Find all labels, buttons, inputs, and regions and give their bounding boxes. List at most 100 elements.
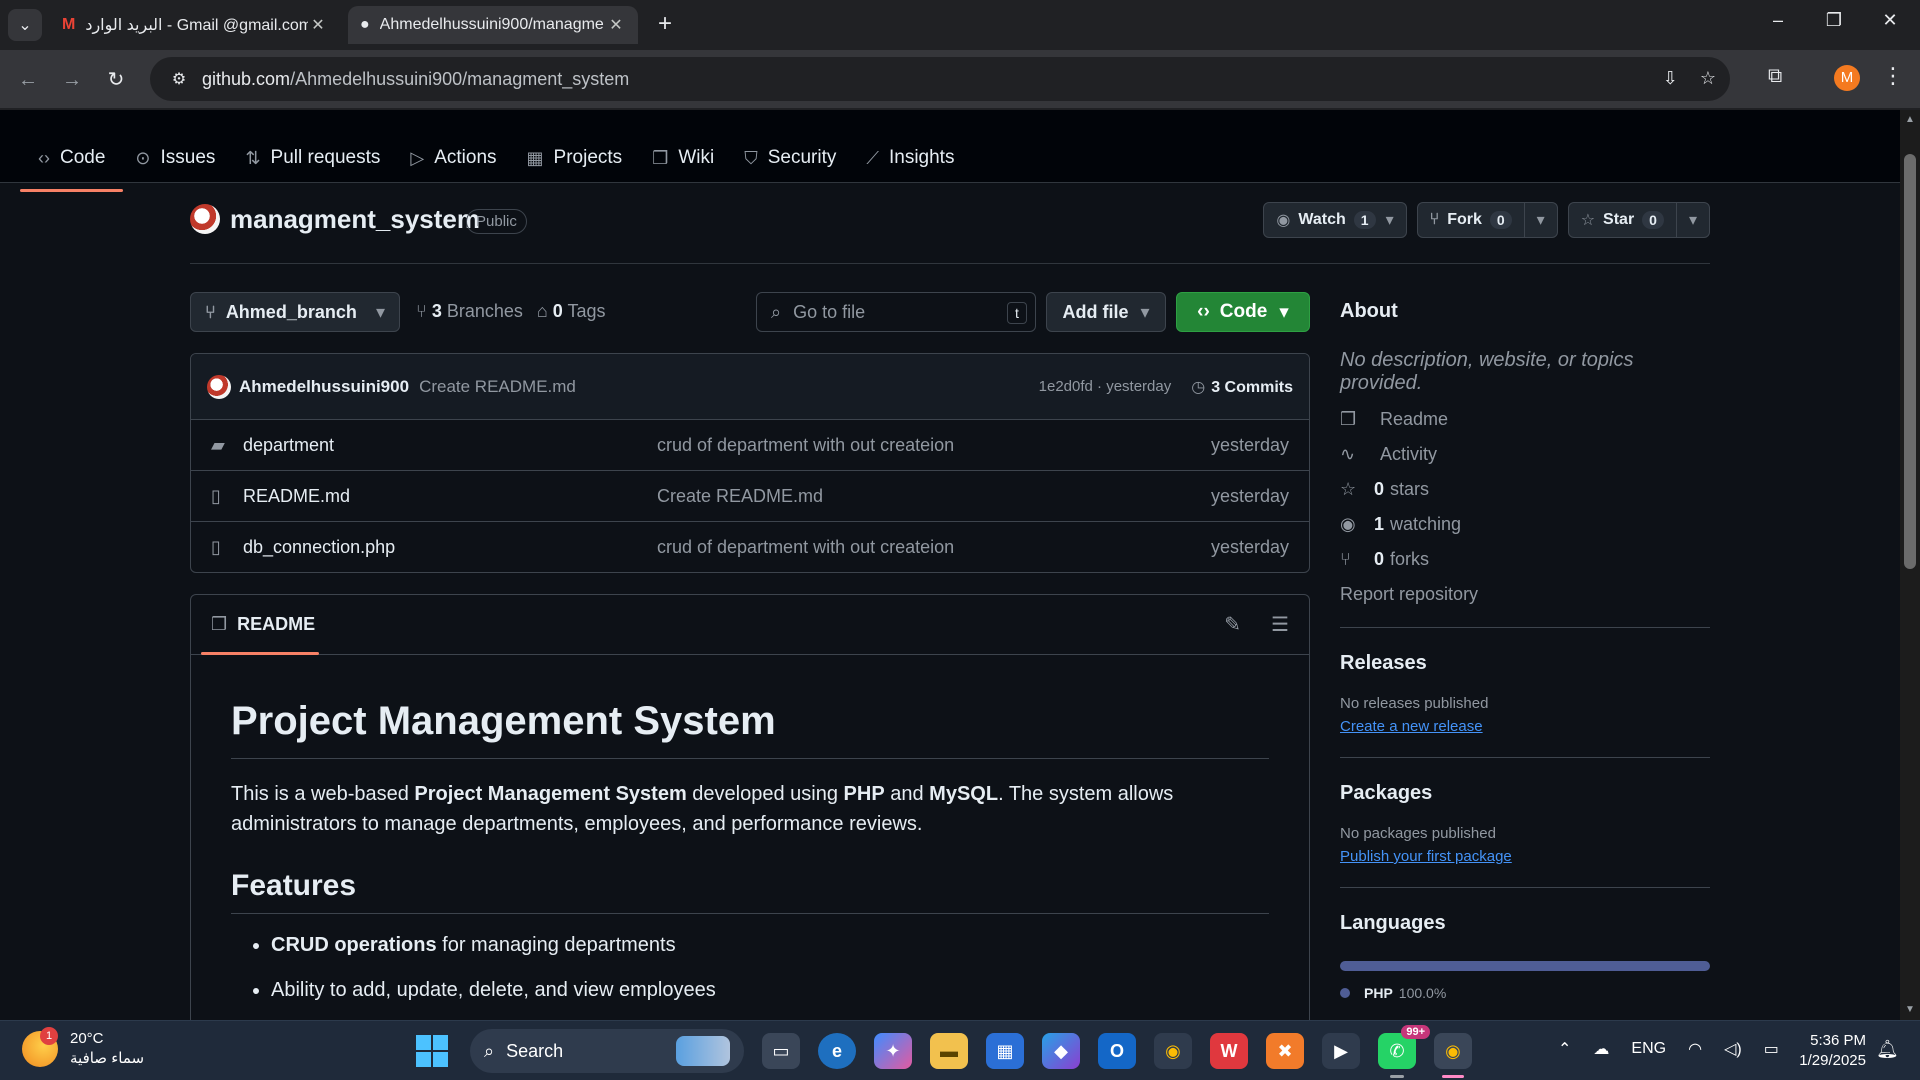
file-commit-message[interactable]: crud of department with out createion	[657, 435, 1211, 456]
tab-search-button[interactable]: ⌄	[8, 9, 42, 41]
file-name[interactable]: README.md	[243, 486, 657, 507]
back-button[interactable]: ←	[12, 64, 44, 96]
star-dropdown[interactable]: ▾	[1675, 203, 1709, 237]
tab-pull-requests[interactable]: ⇅ Pull requests	[235, 136, 390, 180]
commit-message[interactable]: Create README.md	[419, 377, 576, 397]
restore-button[interactable]: ❐	[1814, 10, 1854, 40]
tab-github[interactable]: ● Ahmedelhussuini900/managme ✕	[348, 6, 638, 44]
list-icon[interactable]: ☰	[1271, 612, 1289, 637]
about-link-watching[interactable]: ◉ 1 watching	[1340, 514, 1710, 535]
task-view-icon[interactable]: ▭	[762, 1033, 800, 1069]
wifi-icon[interactable]: ◠	[1688, 1039, 1702, 1059]
chevron-up-icon[interactable]: ⌃	[1558, 1039, 1571, 1059]
tab-issues[interactable]: ⊙ Issues	[125, 136, 225, 180]
about-link-stars[interactable]: ☆ 0 stars	[1340, 479, 1710, 500]
forward-button[interactable]: →	[56, 64, 88, 96]
tab-insights[interactable]: ⟋ Insights	[856, 136, 964, 180]
tab-code[interactable]: ‹› Code	[19, 136, 124, 192]
scroll-down-icon[interactable]: ▼	[1900, 1004, 1920, 1015]
about-link-forks[interactable]: ⑂ 0 forks	[1340, 549, 1710, 570]
wps-office-icon[interactable]: W	[1210, 1033, 1248, 1069]
add-file-button[interactable]: Add file ▾	[1046, 292, 1166, 332]
create-release-link[interactable]: Create a new release	[1340, 718, 1710, 735]
releases-section: Releases No releases published Create a …	[1340, 627, 1710, 735]
commit-author[interactable]: Ahmedelhussuini900	[239, 377, 409, 397]
browser-menu-icon[interactable]: ⋮	[1882, 63, 1904, 89]
outlook-icon[interactable]: O	[1098, 1033, 1136, 1069]
table-row[interactable]: ▯ README.md Create README.md yesterday	[191, 471, 1309, 522]
close-window-button[interactable]: ✕	[1870, 10, 1910, 40]
commit-sha[interactable]: 1e2d0fd · yesterday	[1039, 378, 1172, 395]
weather-widget[interactable]: 1 20°C سماء صافية	[22, 1027, 144, 1069]
new-tab-button[interactable]: +	[652, 12, 678, 38]
commits-link[interactable]: ◷ 3 Commits	[1191, 377, 1293, 397]
caret-down-icon: ▾	[1385, 212, 1394, 229]
tags-link[interactable]: ⌂ 0 Tags	[537, 301, 606, 322]
file-explorer-icon[interactable]: ▬	[930, 1033, 968, 1069]
profile-avatar[interactable]: M	[1834, 65, 1860, 91]
close-icon[interactable]: ✕	[606, 15, 626, 35]
readme-tab[interactable]: README	[237, 614, 315, 635]
taskbar-search[interactable]: ⌕ Search	[470, 1029, 744, 1073]
edge-icon[interactable]: e	[818, 1033, 856, 1069]
microsoft-store-icon[interactable]: ▦	[986, 1033, 1024, 1069]
fork-dropdown[interactable]: ▾	[1523, 203, 1557, 237]
about-link-activity[interactable]: ∿ Activity	[1340, 444, 1710, 465]
publish-package-link[interactable]: Publish your first package	[1340, 848, 1710, 865]
notification-bell-icon[interactable]: 🔔︎	[1876, 1039, 1899, 1060]
releases-heading[interactable]: Releases	[1340, 652, 1710, 675]
report-repository-link[interactable]: Report repository	[1340, 584, 1710, 605]
file-commit-message[interactable]: crud of department with out createion	[657, 537, 1211, 558]
copilot-icon[interactable]: ✦	[874, 1033, 912, 1069]
table-row[interactable]: ▯ db_connection.php crud of department wit…	[191, 522, 1309, 572]
file-name[interactable]: department	[243, 435, 657, 456]
watch-button[interactable]: ◉ Watch 1 ▾	[1263, 202, 1407, 238]
media-player-icon[interactable]: ▶	[1322, 1033, 1360, 1069]
go-to-file-input[interactable]: ⌕ Go to file t	[756, 292, 1036, 332]
microsoft-365-icon[interactable]: ◆	[1042, 1033, 1080, 1069]
onedrive-icon[interactable]: ☁	[1593, 1039, 1609, 1059]
readme-tools: ✎ ☰	[1224, 612, 1289, 637]
chrome-profile-icon[interactable]: ◉	[1434, 1033, 1472, 1078]
xampp-icon[interactable]: ✖	[1266, 1033, 1304, 1069]
battery-icon[interactable]: ▭	[1764, 1039, 1779, 1059]
language-item[interactable]: PHP 100.0%	[1340, 985, 1710, 1001]
whatsapp-icon[interactable]: ✆ 99+	[1378, 1025, 1430, 1078]
volume-icon[interactable]: ◁)	[1724, 1039, 1742, 1059]
star-button[interactable]: ☆ Star 0 ▾	[1567, 202, 1710, 238]
tab-actions[interactable]: ▷ Actions	[400, 136, 506, 180]
minimize-button[interactable]: –	[1758, 10, 1798, 40]
tab-security[interactable]: ⛉ Security	[734, 136, 846, 180]
tab-gmail[interactable]: M البريد الوارد - Gmail @gmail.com ✕	[50, 6, 340, 44]
reload-button[interactable]: ↻	[100, 64, 132, 96]
packages-heading[interactable]: Packages	[1340, 782, 1710, 805]
pencil-icon[interactable]: ✎	[1224, 612, 1241, 637]
fork-button[interactable]: ⑂ Fork 0 ▾	[1416, 202, 1558, 238]
branch-selector[interactable]: ⑂ Ahmed_branch ▾	[190, 292, 400, 332]
table-icon: ▦	[526, 147, 544, 168]
scroll-up-icon[interactable]: ▲	[1900, 114, 1920, 125]
start-button[interactable]	[416, 1035, 448, 1067]
branches-link[interactable]: ⑂ 3 Branches	[416, 301, 523, 322]
address-bar[interactable]: ⚙ github.com/Ahmedelhussuini900/managmen…	[150, 57, 1730, 101]
scrollbar-thumb[interactable]	[1904, 154, 1916, 569]
file-name[interactable]: db_connection.php	[243, 537, 657, 558]
clock[interactable]: 5:36 PM 1/29/2025	[1796, 1031, 1866, 1071]
close-icon[interactable]: ✕	[308, 15, 328, 35]
site-info-icon[interactable]: ⚙	[162, 69, 196, 89]
code-button[interactable]: ‹› Code ▾	[1176, 292, 1310, 332]
file-commit-message[interactable]: Create README.md	[657, 486, 1211, 507]
author-avatar[interactable]	[207, 374, 231, 399]
repo-name[interactable]: managment_system	[230, 204, 480, 235]
page-scrollbar[interactable]: ▲ ▼	[1900, 110, 1920, 1020]
chrome-icon[interactable]: ◉	[1154, 1033, 1192, 1069]
bookmark-star-icon[interactable]: ☆	[1700, 68, 1716, 89]
tab-wiki[interactable]: ❒ Wiki	[642, 136, 724, 180]
tab-projects[interactable]: ▦ Projects	[517, 136, 633, 180]
extensions-icon[interactable]: ⧉	[1768, 65, 1782, 88]
table-row[interactable]: ▰ department crud of department with out c…	[191, 420, 1309, 471]
about-link-readme[interactable]: ❒ Readme	[1340, 409, 1710, 430]
install-app-icon[interactable]: ⇩	[1663, 68, 1678, 89]
input-language[interactable]: ENG	[1631, 1040, 1666, 1058]
owner-avatar[interactable]	[190, 204, 220, 234]
